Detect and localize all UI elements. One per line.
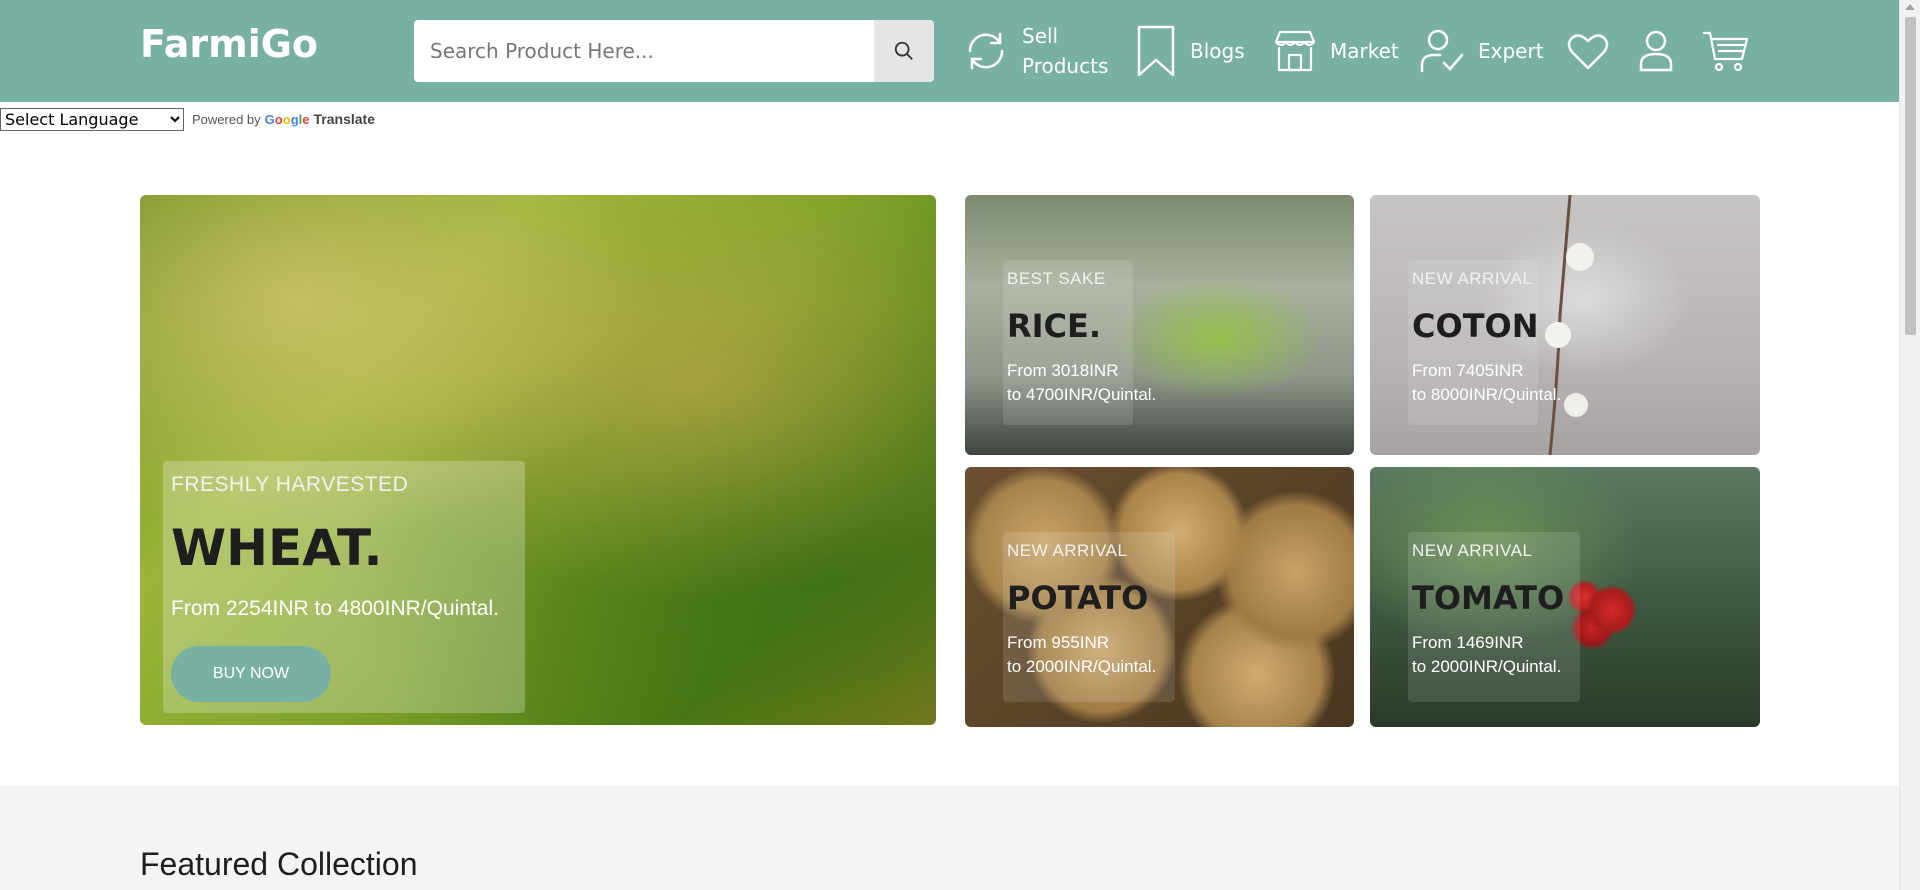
account-button[interactable] [1638, 0, 1674, 102]
search-button[interactable] [874, 20, 934, 82]
page-scrollbar[interactable] [1899, 0, 1920, 890]
card-title: RICE. [1007, 307, 1102, 345]
featured-section: Featured Collection [0, 786, 1899, 890]
card-price-line2: to 2000INR/Quintal. [1412, 657, 1562, 676]
card-price-line1: From 7405INR [1412, 361, 1524, 380]
search-bar [414, 20, 934, 82]
card-kicker: NEW ARRIVAL [1412, 541, 1533, 560]
nav-sell-label-line2: Products [1022, 54, 1109, 78]
cart-icon [1702, 31, 1749, 72]
nav-expert-label: Expert [1478, 39, 1544, 63]
google-logo[interactable]: Google [265, 112, 310, 127]
card-price-line2: to 8000INR/Quintal. [1412, 385, 1562, 404]
user-check-icon [1420, 29, 1464, 73]
hero-main-kicker: FRESHLY HARVESTED [171, 473, 409, 496]
card-kicker: NEW ARRIVAL [1412, 269, 1533, 288]
hero-main-overlay: FRESHLY HARVESTED WHEAT. From 2254INR to… [163, 461, 525, 713]
card-price-line1: From 1469INR [1412, 633, 1524, 652]
card-price-line2: to 4700INR/Quintal. [1007, 385, 1157, 404]
featured-collection-title: Featured Collection [140, 846, 418, 882]
hero-main-price: From 2254INR to 4800INR/Quintal. [171, 597, 499, 620]
hero-main-card[interactable]: FRESHLY HARVESTED WHEAT. From 2254INR to… [140, 195, 936, 725]
site-header: FarmiGo Sell Products Blogs Market Exper… [0, 0, 1899, 102]
card-price-line1: From 955INR [1007, 633, 1110, 652]
search-input[interactable] [414, 20, 874, 82]
search-icon [894, 41, 913, 60]
wishlist-button[interactable] [1566, 0, 1610, 102]
nav-blogs[interactable]: Blogs [1134, 0, 1245, 102]
nav-sell-label-line1: Sell [1022, 24, 1059, 48]
hero-main-title: WHEAT. [171, 519, 383, 577]
translate-label[interactable]: Translate [314, 111, 375, 127]
heart-icon [1567, 34, 1609, 70]
powered-by: Powered by Google Translate [192, 111, 375, 127]
user-icon [1639, 30, 1673, 72]
scroll-up-arrow-icon[interactable] [1905, 4, 1915, 10]
card-kicker: NEW ARRIVAL [1007, 541, 1128, 560]
product-card-potato[interactable]: NEW ARRIVAL POTATO From 955INR to 2000IN… [965, 467, 1354, 727]
nav-expert[interactable]: Expert [1418, 0, 1544, 102]
card-title: TOMATO [1412, 579, 1565, 617]
store-icon [1274, 30, 1316, 72]
bookmark-icon [1137, 25, 1175, 77]
product-card-rice[interactable]: BEST SAKE RICE. From 3018INR to 4700INR/… [965, 195, 1354, 455]
nav-market-label: Market [1330, 39, 1399, 63]
buy-now-button[interactable]: BUY NOW [171, 646, 331, 702]
scroll-thumb[interactable] [1905, 17, 1916, 335]
card-title: COTON [1412, 307, 1539, 345]
translate-bar: Select Language Powered by Google Transl… [0, 107, 375, 131]
card-price-line1: From 3018INR [1007, 361, 1119, 380]
nav-market[interactable]: Market [1272, 0, 1399, 102]
product-card-cotton[interactable]: NEW ARRIVAL COTON From 7405INR to 8000IN… [1370, 195, 1760, 455]
card-price-line2: to 2000INR/Quintal. [1007, 657, 1157, 676]
refresh-icon [968, 32, 1004, 70]
language-select[interactable]: Select Language [0, 107, 184, 131]
product-card-tomato[interactable]: NEW ARRIVAL TOMATO From 1469INR to 2000I… [1370, 467, 1760, 727]
nav-blogs-label: Blogs [1190, 39, 1245, 63]
nav-sell-products[interactable]: Sell Products [962, 0, 1108, 102]
site-logo[interactable]: FarmiGo [140, 22, 318, 66]
card-kicker: BEST SAKE [1007, 269, 1106, 288]
card-title: POTATO [1007, 579, 1149, 617]
cart-button[interactable] [1702, 0, 1750, 102]
powered-by-label: Powered by [192, 111, 261, 127]
